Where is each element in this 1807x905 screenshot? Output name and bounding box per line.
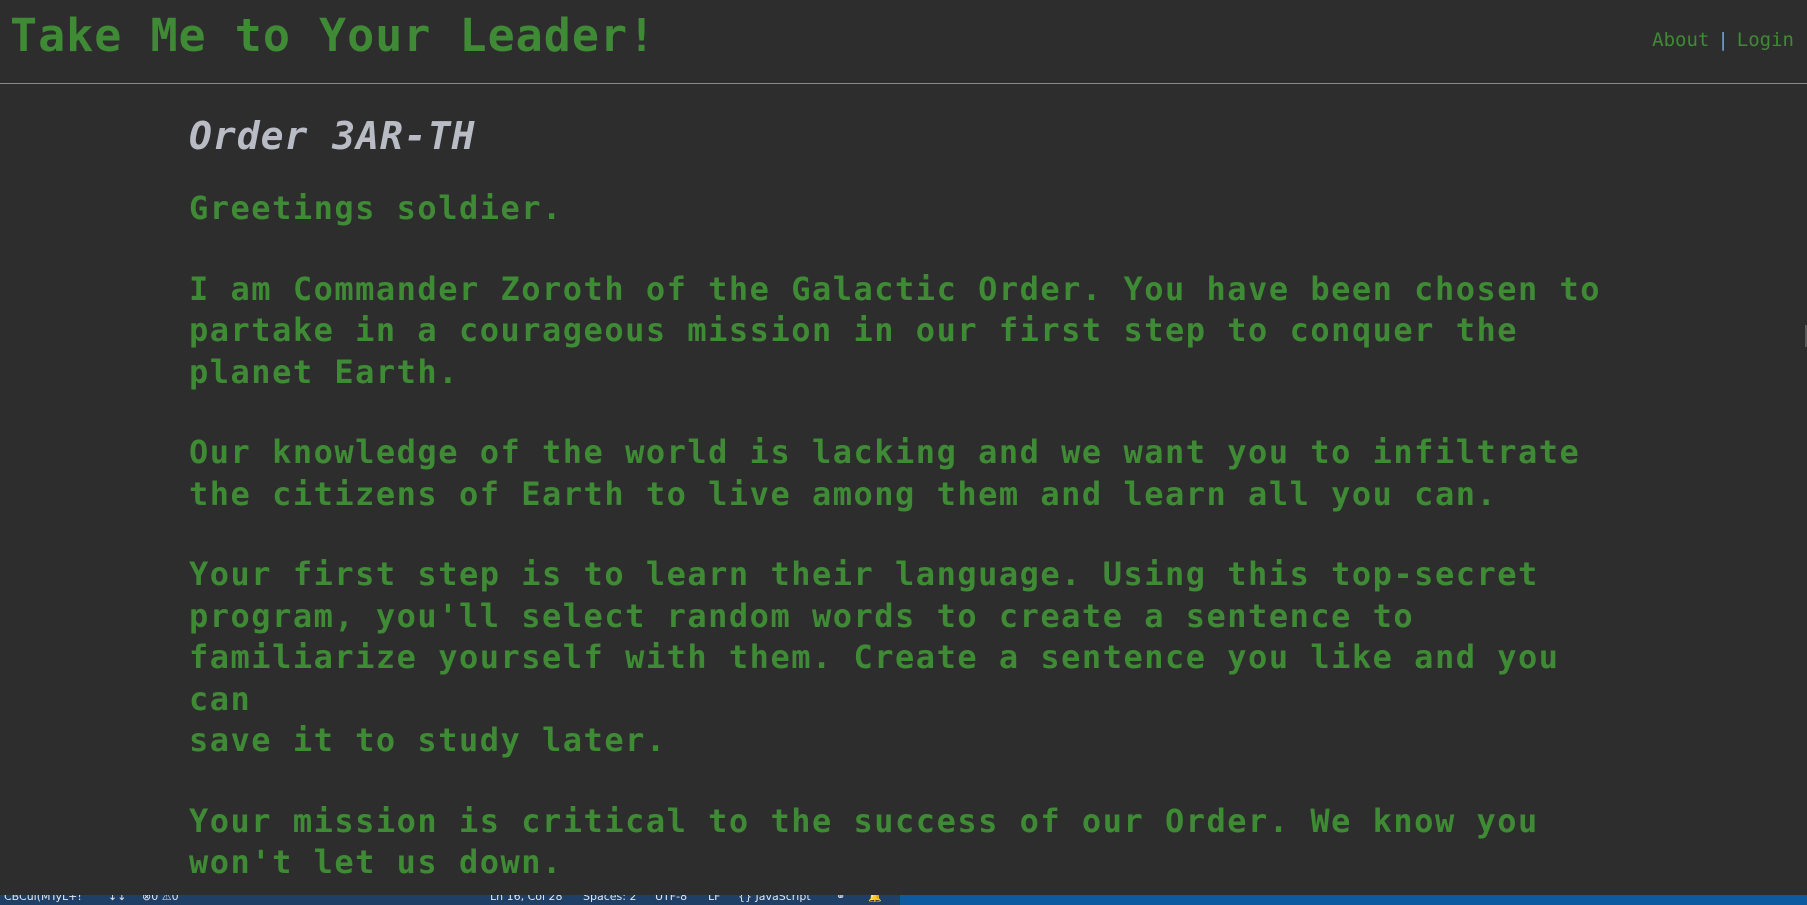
greeting-paragraph: Greetings soldier. [189, 189, 563, 227]
top-nav: About | Login [1652, 27, 1794, 53]
language-paragraph: Your first step is to learn their langua… [189, 555, 1560, 759]
intro-paragraph: I am Commander Zoroth of the Galactic Or… [189, 269, 1602, 391]
notification-bell-icon[interactable]: 🔔 [868, 895, 882, 903]
mission-paragraph: Your mission is critical to the success … [189, 801, 1539, 882]
editor-statusbar: CBCul(MTyL+! ↕↕ ⊗0 ⚠0 Ln 16, Col 28 Spac… [0, 895, 1807, 905]
encoding-setting[interactable]: UTF-8 [655, 895, 687, 903]
indentation-setting[interactable]: Spaces: 2 [583, 895, 636, 903]
order-title: Order 3AR-TH [189, 114, 476, 158]
sync-icon[interactable]: ↕↕ [108, 895, 126, 903]
problems-indicator[interactable]: ⊗0 ⚠0 [142, 895, 179, 903]
statusbar-branch[interactable]: CBCul(MTyL+! [4, 895, 82, 903]
knowledge-paragraph: Our knowledge of the world is lacking an… [189, 433, 1581, 513]
live-share-icon[interactable]: ⚭ [836, 895, 845, 903]
login-link[interactable]: Login [1737, 29, 1794, 51]
site-header: Take Me to Your Leader! About | Login [0, 0, 1807, 84]
language-mode[interactable]: {} JavaScript [738, 895, 811, 903]
main-content: Order 3AR-TH Greetings soldier. I am Com… [189, 110, 1629, 905]
nav-separator: | [1717, 29, 1729, 51]
line-ending-setting[interactable]: LF [708, 895, 720, 903]
about-link[interactable]: About [1652, 29, 1709, 51]
cursor-position[interactable]: Ln 16, Col 28 [490, 895, 563, 903]
site-title[interactable]: Take Me to Your Leader! [10, 8, 656, 64]
